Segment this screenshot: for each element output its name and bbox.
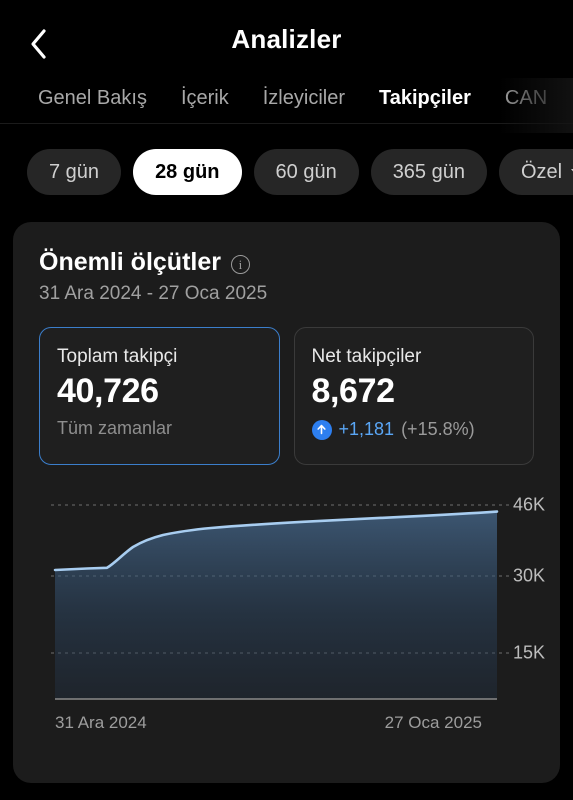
chart-area-fill bbox=[55, 511, 497, 699]
pill-label: 28 gün bbox=[155, 160, 220, 183]
tab-izleyiciler[interactable]: İzleyiciler bbox=[263, 78, 345, 133]
date-range-label: 31 Ara 2024 - 27 Oca 2025 bbox=[39, 283, 268, 304]
metric-value: 40,726 bbox=[57, 372, 159, 410]
analytics-screen: Analizler Genel Bakış İçerik İzleyiciler… bbox=[0, 0, 573, 800]
ytick-46k: 46K bbox=[513, 494, 546, 515]
pill-label: Özel bbox=[520, 160, 563, 183]
key-metrics-card: Önemli ölçütler i 31 Ara 2024 - 27 Oca 2… bbox=[13, 222, 560, 783]
tab-label: İzleyiciler bbox=[262, 87, 345, 109]
tab-label: Takipçiler bbox=[379, 87, 471, 109]
page-title: Analizler bbox=[231, 23, 342, 54]
date-pill-28-gun[interactable]: 28 gün bbox=[133, 149, 242, 195]
tab-takipciler[interactable]: Takipçiler bbox=[379, 78, 471, 133]
arrow-up-icon bbox=[311, 419, 332, 440]
metric-delta-percent: (+15.8%) bbox=[401, 419, 475, 439]
tab-icerik[interactable]: İçerik bbox=[181, 78, 229, 133]
pill-label: 60 gün bbox=[275, 160, 337, 183]
tab-can[interactable]: CAN bbox=[505, 78, 547, 133]
metric-label: Net takipçiler bbox=[311, 346, 422, 367]
metric-label: Toplam takipçi bbox=[57, 346, 178, 367]
metric-delta-value: +1,181 bbox=[338, 419, 395, 439]
ytick-30k: 30K bbox=[513, 565, 546, 586]
tab-bar: Genel Bakış İçerik İzleyiciler Takipçile… bbox=[0, 78, 573, 133]
card-header: Önemli ölçütler i bbox=[39, 248, 534, 277]
info-icon[interactable]: i bbox=[230, 254, 250, 274]
chart-canvas bbox=[51, 504, 509, 700]
metric-value: 8,672 bbox=[311, 372, 395, 410]
tab-divider bbox=[0, 123, 573, 124]
card-title: Önemli ölçütler bbox=[39, 248, 221, 276]
ytick-15k: 15K bbox=[513, 642, 546, 663]
date-pill-ozel[interactable]: Özel bbox=[498, 149, 573, 195]
xtick-start: 31 Ara 2024 bbox=[55, 713, 147, 732]
metric-tile-net-takipciler[interactable]: Net takipçiler 8,672 +1,181 (+15.8%) bbox=[293, 327, 534, 465]
info-glyph: i bbox=[238, 256, 243, 272]
date-filter-bar: 7 gün 28 gün 60 gün 365 gün Özel bbox=[0, 133, 573, 211]
date-pill-365-gun[interactable]: 365 gün bbox=[370, 149, 487, 195]
date-pill-60-gun[interactable]: 60 gün bbox=[253, 149, 359, 195]
followers-chart[interactable]: 46K 30K 15K 31 Ara 2024 27 Oca 2025 bbox=[39, 491, 545, 741]
xtick-end: 27 Oca 2025 bbox=[384, 713, 482, 732]
tab-scroll-container[interactable]: Genel Bakış İçerik İzleyiciler Takipçile… bbox=[0, 78, 573, 133]
tab-label: Genel Bakış bbox=[38, 87, 147, 109]
navbar: Analizler bbox=[0, 0, 573, 78]
tab-genel-bakis[interactable]: Genel Bakış bbox=[38, 78, 147, 133]
chevron-left-icon bbox=[28, 28, 48, 60]
metric-delta: +1,181 (+15.8%) bbox=[311, 419, 517, 440]
metric-subtext: Tüm zamanlar bbox=[57, 418, 173, 438]
metric-tile-toplam-takipci[interactable]: Toplam takipçi 40,726 Tüm zamanlar bbox=[39, 327, 280, 465]
tab-label: CAN bbox=[504, 87, 548, 109]
date-pill-7-gun[interactable]: 7 gün bbox=[27, 149, 122, 195]
back-button[interactable] bbox=[14, 22, 62, 66]
pill-label: 7 gün bbox=[49, 160, 100, 183]
pill-label: 365 gün bbox=[392, 160, 465, 183]
chart-x-axis: 31 Ara 2024 27 Oca 2025 bbox=[55, 713, 482, 733]
metric-tiles: Toplam takipçi 40,726 Tüm zamanlar Net t… bbox=[39, 327, 534, 465]
tab-label: İçerik bbox=[180, 87, 229, 109]
